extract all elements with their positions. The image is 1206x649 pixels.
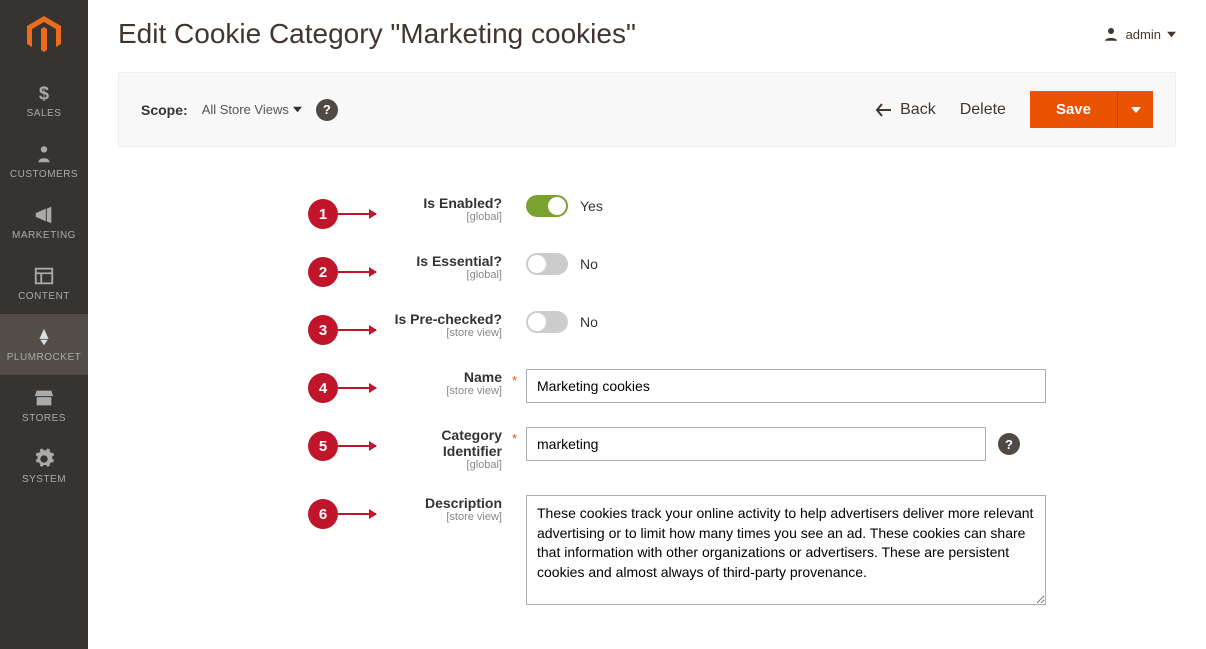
identifier-input[interactable] [526, 427, 986, 461]
required-marker [508, 311, 522, 315]
delete-button[interactable]: Delete [960, 101, 1006, 119]
annotation-badge: 3 [308, 315, 338, 345]
sidebar-item-label: SYSTEM [4, 474, 84, 485]
form: 1 Is Enabled? [global] Yes 2 Is Essentia… [118, 147, 1176, 649]
field-label: Is Pre-checked? [394, 311, 502, 327]
arrow-right-icon [336, 513, 376, 515]
main-content: Edit Cookie Category "Marketing cookies"… [88, 0, 1206, 649]
scope-help-icon[interactable]: ? [316, 99, 338, 121]
toolbar: Scope: All Store Views ? Back Delete Sav… [118, 72, 1176, 147]
annotation-badge: 6 [308, 499, 338, 529]
magento-logo[interactable] [0, 0, 88, 70]
toggle-value: No [580, 314, 598, 330]
dollar-icon: $ [33, 82, 55, 104]
field-label: Category Identifier [394, 427, 502, 459]
description-textarea[interactable] [526, 495, 1046, 605]
required-marker [508, 495, 522, 499]
caret-down-icon [293, 105, 302, 114]
name-input[interactable] [526, 369, 1046, 403]
sidebar-item-content[interactable]: CONTENT [0, 253, 88, 314]
storefront-icon [33, 387, 55, 409]
sidebar: $ SALES CUSTOMERS MARKETING CONTENT PLUM… [0, 0, 88, 649]
sidebar-item-marketing[interactable]: MARKETING [0, 192, 88, 253]
megaphone-icon [33, 204, 55, 226]
plumrocket-icon [33, 326, 55, 348]
caret-down-icon [1131, 105, 1141, 115]
back-button[interactable]: Back [876, 101, 936, 119]
sidebar-item-customers[interactable]: CUSTOMERS [0, 131, 88, 192]
sidebar-item-label: MARKETING [4, 230, 84, 241]
sidebar-item-label: STORES [4, 413, 84, 424]
required-marker: * [508, 427, 522, 446]
user-icon [1102, 25, 1120, 43]
arrow-left-icon [876, 103, 892, 117]
field-label: Name [394, 369, 502, 385]
sidebar-item-plumrocket[interactable]: PLUMROCKET [0, 314, 88, 375]
field-name: 4 Name [store view] * [118, 369, 1176, 403]
sidebar-item-label: CONTENT [4, 291, 84, 302]
field-scope: [global] [394, 459, 502, 471]
layout-icon [33, 265, 55, 287]
annotation-badge: 2 [308, 257, 338, 287]
field-label: Is Enabled? [394, 195, 502, 211]
annotation-badge: 4 [308, 373, 338, 403]
page-title: Edit Cookie Category "Marketing cookies" [118, 18, 636, 50]
field-is-essential: 2 Is Essential? [global] No [118, 253, 1176, 287]
annotation-badge: 1 [308, 199, 338, 229]
sidebar-item-system[interactable]: SYSTEM [0, 436, 88, 497]
field-scope: [global] [394, 211, 502, 223]
arrow-right-icon [336, 271, 376, 273]
field-is-enabled: 1 Is Enabled? [global] Yes [118, 195, 1176, 229]
is-enabled-toggle[interactable] [526, 195, 568, 217]
arrow-right-icon [336, 329, 376, 331]
field-scope: [store view] [394, 327, 502, 339]
toggle-value: Yes [580, 198, 603, 214]
sidebar-item-sales[interactable]: $ SALES [0, 70, 88, 131]
field-scope: [global] [394, 269, 502, 281]
field-scope: [store view] [394, 385, 502, 397]
sidebar-item-label: SALES [4, 108, 84, 119]
field-is-prechecked: 3 Is Pre-checked? [store view] No [118, 311, 1176, 345]
field-label: Description [394, 495, 502, 511]
sidebar-item-label: PLUMROCKET [4, 352, 84, 363]
field-identifier: 5 Category Identifier [global] * ? [118, 427, 1176, 471]
user-menu[interactable]: admin [1102, 25, 1176, 43]
is-essential-toggle[interactable] [526, 253, 568, 275]
svg-text:$: $ [39, 82, 49, 103]
scope-select[interactable]: All Store Views [202, 102, 302, 117]
arrow-right-icon [336, 445, 376, 447]
required-marker: * [508, 369, 522, 388]
arrow-right-icon [336, 387, 376, 389]
annotation-badge: 5 [308, 431, 338, 461]
field-description: 6 Description [store view] [118, 495, 1176, 605]
save-button[interactable]: Save [1030, 91, 1117, 128]
field-scope: [store view] [394, 511, 502, 523]
scope-label: Scope: [141, 102, 188, 118]
required-marker [508, 253, 522, 257]
arrow-right-icon [336, 213, 376, 215]
toggle-value: No [580, 256, 598, 272]
gear-icon [33, 448, 55, 470]
sidebar-item-stores[interactable]: STORES [0, 375, 88, 436]
person-icon [33, 143, 55, 165]
sidebar-item-label: CUSTOMERS [4, 169, 84, 180]
field-label: Is Essential? [394, 253, 502, 269]
identifier-help-icon[interactable]: ? [998, 433, 1020, 455]
required-marker [508, 195, 522, 199]
is-prechecked-toggle[interactable] [526, 311, 568, 333]
user-name: admin [1126, 27, 1161, 42]
caret-down-icon [1167, 30, 1176, 39]
save-dropdown-button[interactable] [1117, 91, 1153, 128]
